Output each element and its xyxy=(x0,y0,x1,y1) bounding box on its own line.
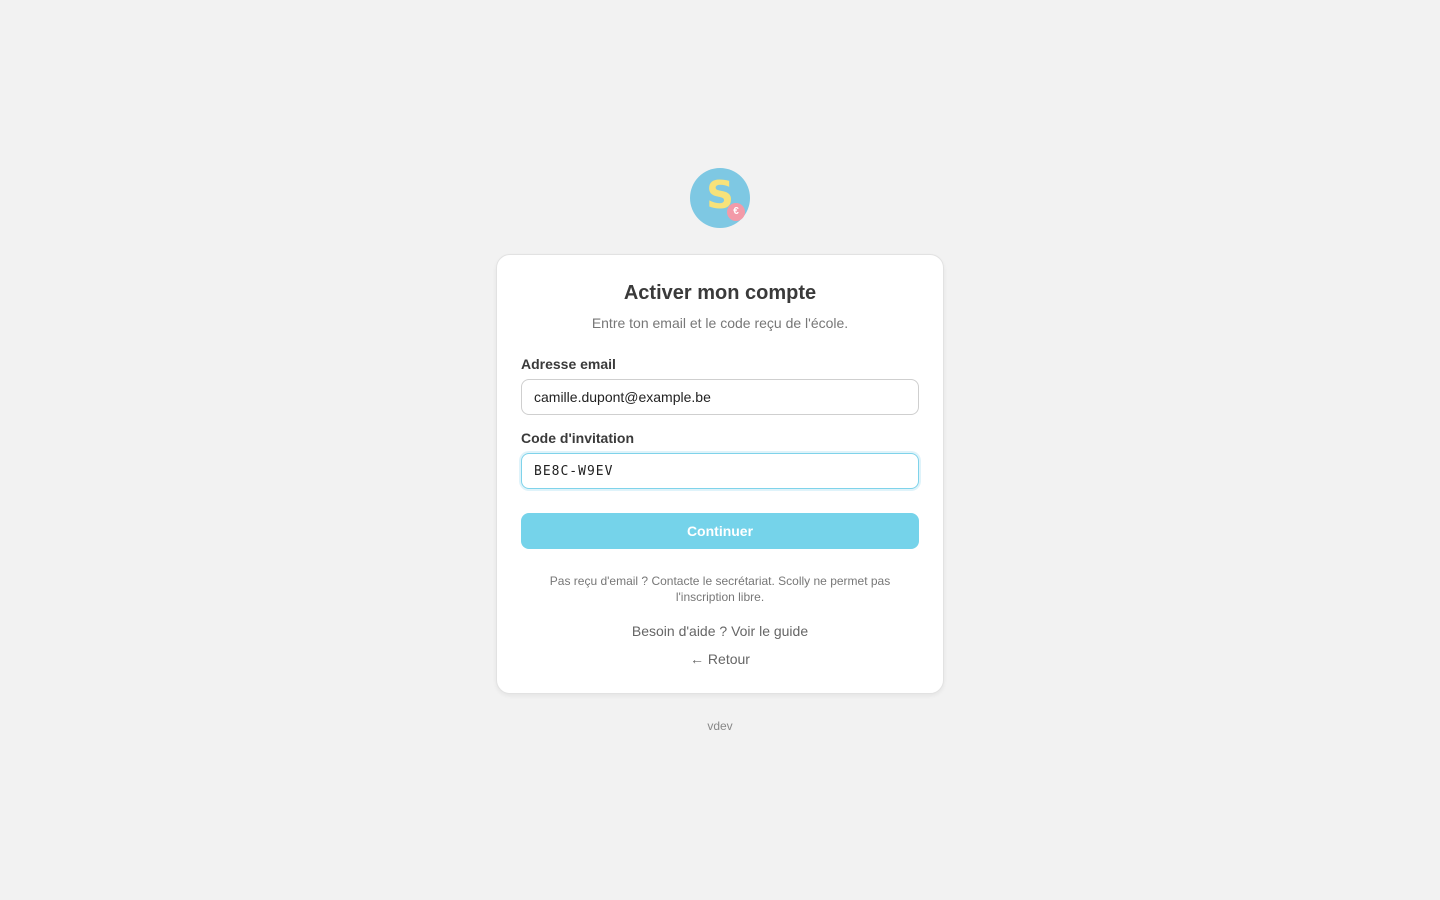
version-label: vdev xyxy=(707,719,733,733)
invitation-code-field[interactable] xyxy=(521,453,919,489)
activation-card: Activer mon compte Entre ton email et le… xyxy=(496,254,944,694)
continue-button[interactable]: Continuer xyxy=(521,513,919,549)
email-label: Adresse email xyxy=(521,356,616,372)
euro-coin-icon: € xyxy=(727,203,745,221)
invitation-code-label: Code d'invitation xyxy=(521,430,634,446)
page-title: Activer mon compte xyxy=(623,282,817,304)
back-link[interactable]: ← Retour xyxy=(690,651,750,667)
app-logo: S € xyxy=(690,168,750,228)
page-subtitle: Entre ton email et le code reçu de l'éco… xyxy=(591,315,849,331)
email-field[interactable] xyxy=(521,379,919,415)
no-email-note: Pas reçu d'email ? Contacte le secrétari… xyxy=(549,574,891,604)
back-link-row: ← Retour xyxy=(497,650,943,668)
help-guide-link[interactable]: Besoin d'aide ? Voir le guide xyxy=(632,623,808,639)
page: S € Activer mon compte Entre ton email e… xyxy=(0,0,1440,900)
help-guide-link-row: Besoin d'aide ? Voir le guide xyxy=(497,622,943,640)
